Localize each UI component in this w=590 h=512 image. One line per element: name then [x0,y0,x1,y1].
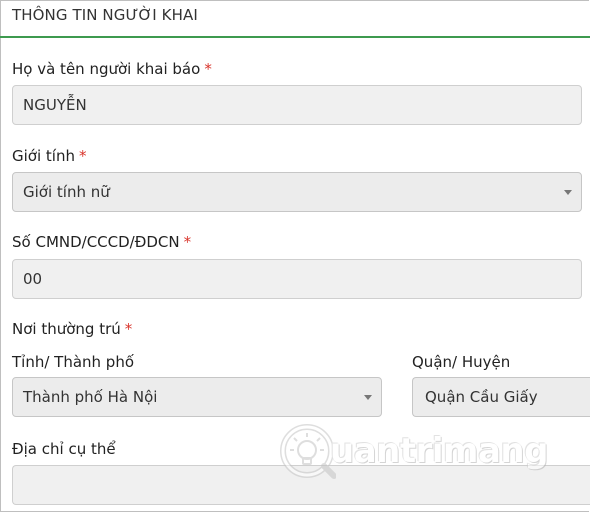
full-name-value: NGUYỄN [23,96,87,114]
province-label: Tỉnh/ Thành phố [12,353,135,371]
province-select[interactable]: Thành phố Hà Nội [12,377,382,417]
gender-select[interactable]: Giới tính nữ [12,172,582,212]
id-number-label: Số CMND/CCCD/ĐDCN * [12,233,191,251]
full-name-label: Họ và tên người khai báo * [12,60,212,78]
full-name-input[interactable]: NGUYỄN [12,85,582,125]
id-number-label-text: Số CMND/CCCD/ĐDCN [12,233,180,251]
id-number-input[interactable]: 00 [12,259,582,299]
province-selected-value: Thành phố Hà Nội [23,388,158,406]
district-selected-value: Quận Cầu Giấy [425,388,538,406]
residence-label-text: Nơi thường trú [12,320,121,338]
required-mark: * [204,60,212,78]
required-mark: * [124,320,133,338]
residence-label: Nơi thường trú * [12,320,132,338]
chevron-down-icon [364,395,372,400]
gender-label: Giới tính * [12,147,86,165]
id-number-value: 00 [23,270,43,288]
required-mark: * [183,233,192,251]
address-label: Địa chỉ cụ thể [12,440,116,458]
gender-selected-value: Giới tính nữ [23,183,110,201]
chevron-down-icon [564,190,572,195]
section-divider [0,36,590,38]
district-select[interactable]: Quận Cầu Giấy [412,377,590,417]
address-input[interactable] [12,465,590,505]
full-name-label-text: Họ và tên người khai báo [12,60,201,78]
gender-label-text: Giới tính [12,147,75,165]
district-label: Quận/ Huyện [412,353,511,371]
section-title: THÔNG TIN NGƯỜI KHAI [12,6,198,24]
required-mark: * [78,147,87,165]
